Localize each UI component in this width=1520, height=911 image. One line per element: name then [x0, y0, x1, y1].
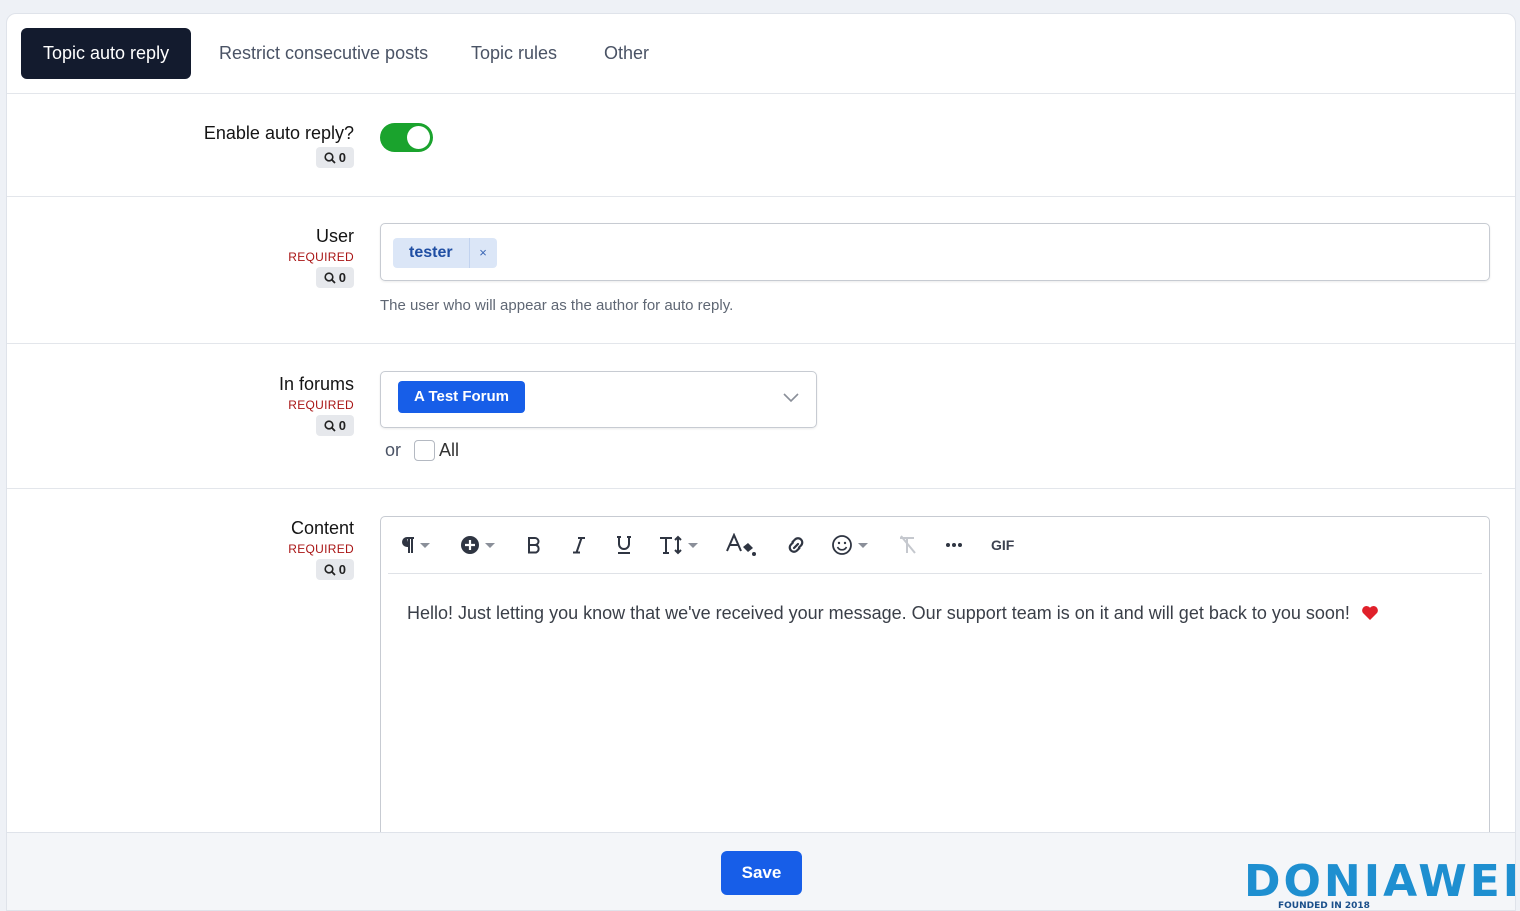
clear-formatting-button[interactable]: [897, 531, 919, 559]
search-count: 0: [338, 562, 346, 577]
remove-token-button[interactable]: ×: [468, 238, 497, 268]
insert-button[interactable]: [460, 531, 495, 559]
enable-auto-reply-label: Enable auto reply?: [203, 123, 354, 143]
required-label: REQUIRED: [288, 542, 354, 556]
user-row: User REQUIRED 0 tester × The user who wi…: [7, 197, 1515, 344]
search-count-badge[interactable]: 0: [315, 267, 354, 288]
paragraph-icon: [402, 537, 414, 553]
forums-row: In forums REQUIRED 0 A Test Forum or All: [7, 344, 1515, 489]
search-icon: [324, 563, 336, 576]
text-color-button[interactable]: [725, 531, 759, 559]
user-token-label: tester: [409, 244, 453, 261]
svg-text:DONIAWEB: DONIAWEB: [1244, 856, 1515, 907]
toggle-knob: [407, 126, 430, 149]
user-label: User: [315, 226, 354, 246]
content-label: Content: [290, 518, 354, 538]
doniaweb-watermark-logo: DONIAWEB FOUNDED IN 2018: [1244, 856, 1515, 911]
user-hint: The user who will appear as the author f…: [380, 297, 734, 314]
text-height-icon: [660, 535, 682, 555]
or-text: or: [385, 440, 402, 460]
content-label-group: Content REQUIRED 0: [288, 518, 354, 581]
search-count: 0: [338, 270, 346, 285]
search-count-badge[interactable]: 0: [315, 559, 354, 580]
tab-other[interactable]: Other: [582, 28, 671, 79]
required-label: REQUIRED: [288, 250, 354, 264]
smiley-icon: [832, 535, 852, 555]
link-button[interactable]: [784, 531, 808, 559]
all-forums-checkbox[interactable]: [414, 440, 436, 461]
paragraph-format-button[interactable]: [401, 531, 430, 559]
editor-content[interactable]: Hello! Just letting you know that we've …: [407, 603, 1379, 624]
underline-icon: [617, 536, 631, 554]
save-button[interactable]: Save: [721, 851, 802, 895]
forums-select[interactable]: A Test Forum: [380, 371, 817, 428]
user-token: tester ×: [393, 238, 497, 268]
italic-button[interactable]: [571, 531, 587, 559]
forum-token: A Test Forum: [398, 381, 526, 413]
tab-restrict-consecutive-posts[interactable]: Restrict consecutive posts: [197, 28, 450, 79]
all-forums-label[interactable]: All: [439, 440, 459, 461]
italic-icon: [573, 537, 585, 554]
heart-icon: [1362, 606, 1378, 620]
editor-toolbar: GIF: [388, 517, 1482, 574]
search-count: 0: [338, 150, 346, 165]
user-label-group: User REQUIRED 0: [288, 226, 354, 289]
search-count-badge[interactable]: 0: [315, 147, 354, 168]
search-count-badge[interactable]: 0: [315, 415, 354, 436]
forums-label-group: In forums REQUIRED 0: [279, 374, 354, 437]
text-color-icon: [726, 533, 756, 556]
underline-button[interactable]: [615, 531, 633, 559]
user-token-input[interactable]: tester ×: [380, 223, 1490, 281]
more-options-button[interactable]: [945, 531, 963, 559]
gif-button[interactable]: GIF: [991, 531, 1014, 559]
clear-formatting-icon: [900, 535, 916, 554]
font-size-button[interactable]: [659, 531, 698, 559]
tab-topic-rules[interactable]: Topic rules: [449, 28, 579, 79]
enable-auto-reply-label-group: Enable auto reply? 0: [204, 123, 354, 169]
enable-auto-reply-row: Enable auto reply? 0: [7, 95, 1515, 197]
required-label: REQUIRED: [288, 398, 354, 412]
plus-circle-icon: [461, 536, 479, 554]
enable-auto-reply-toggle[interactable]: [380, 123, 433, 152]
search-count: 0: [338, 418, 346, 433]
link-icon: [788, 537, 804, 553]
rich-text-editor[interactable]: GIF Hello! Just letting you know that we…: [380, 516, 1490, 856]
editor-text: Hello! Just letting you know that we've …: [407, 603, 1350, 623]
emoji-button[interactable]: [831, 531, 868, 559]
ellipsis-icon: [946, 543, 962, 547]
bold-icon: [528, 537, 540, 554]
svg-text:FOUNDED IN 2018: FOUNDED IN 2018: [1278, 901, 1370, 911]
tab-topic-auto-reply[interactable]: Topic auto reply: [21, 28, 192, 79]
search-icon: [324, 419, 336, 432]
all-forums-option: or All: [385, 440, 459, 461]
chevron-down-icon: [783, 393, 799, 403]
bold-button[interactable]: [526, 531, 542, 559]
forums-label: In forums: [278, 374, 354, 394]
tab-bar: Topic auto reply Restrict consecutive po…: [7, 14, 1515, 94]
settings-panel: Topic auto reply Restrict consecutive po…: [6, 13, 1516, 911]
search-icon: [324, 271, 336, 284]
search-icon: [324, 151, 336, 164]
content-row: Content REQUIRED 0 GIF Hello! Just letti…: [7, 489, 1515, 856]
